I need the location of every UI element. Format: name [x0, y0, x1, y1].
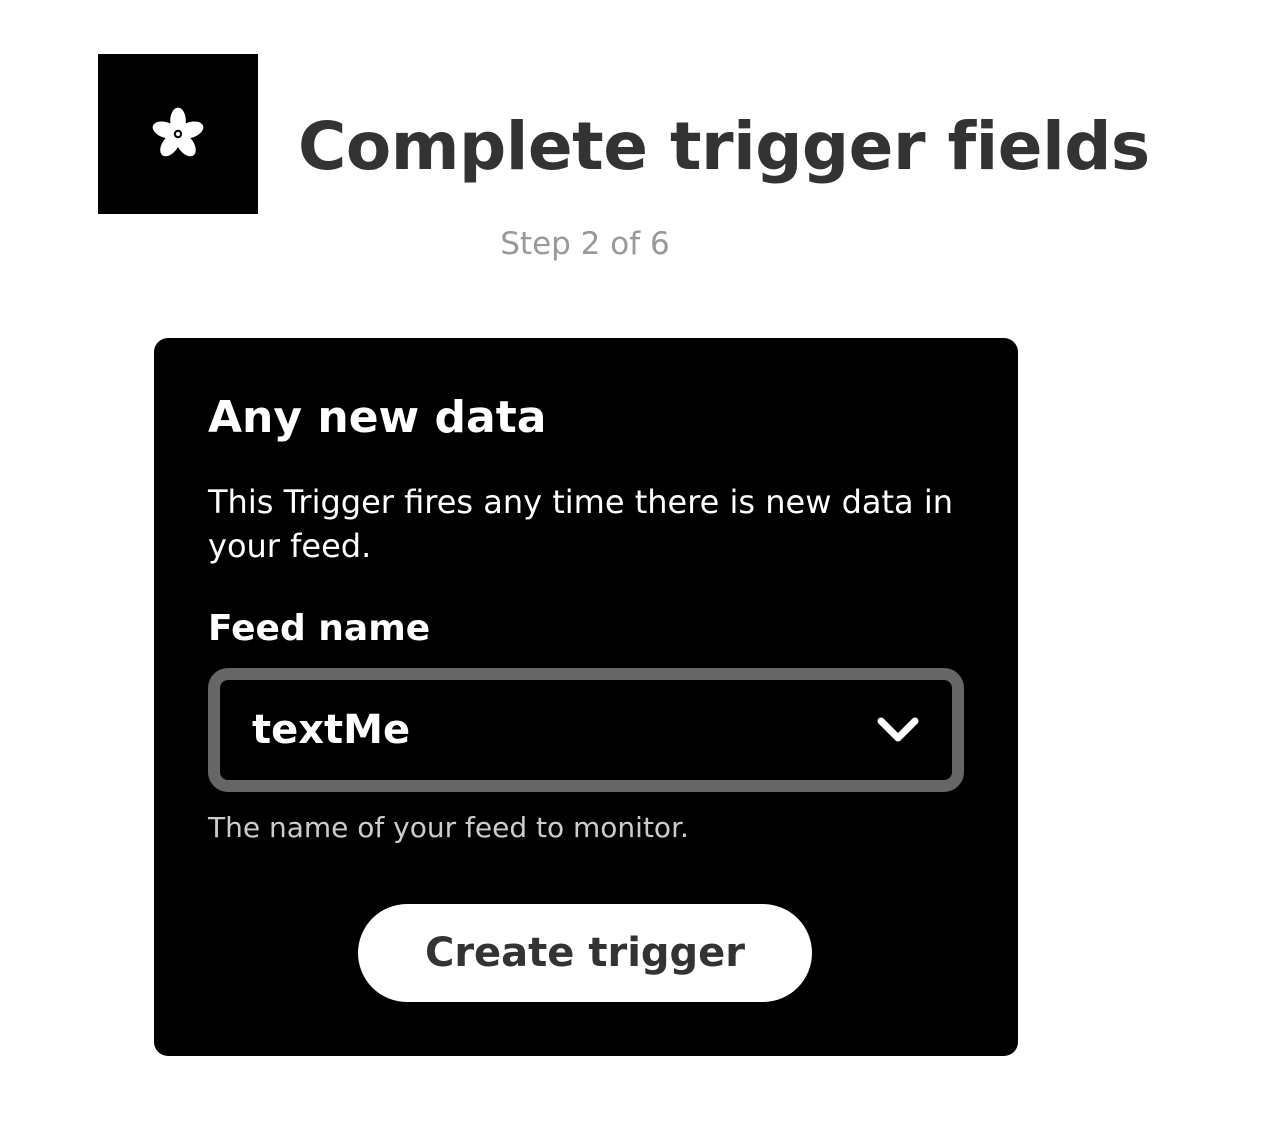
feed-name-select[interactable]: textMe: [208, 668, 964, 792]
chevron-down-icon: [877, 717, 919, 742]
trigger-title: Any new data: [208, 392, 547, 443]
adafruit-flower-icon: [152, 107, 204, 157]
trigger-card: Any new data This Trigger fires any time…: [154, 338, 1018, 1056]
trigger-description: This Trigger fires any time there is new…: [208, 483, 953, 565]
step-indicator: Step 2 of 6: [500, 226, 670, 262]
create-trigger-button[interactable]: Create trigger: [358, 904, 812, 1002]
service-logo: [98, 54, 258, 214]
feed-name-label: Feed name: [208, 608, 431, 649]
page-title: Complete trigger fields: [298, 108, 1150, 185]
feed-name-selected-value: textMe: [252, 707, 411, 753]
feed-name-helper-text: The name of your feed to monitor.: [208, 811, 689, 844]
